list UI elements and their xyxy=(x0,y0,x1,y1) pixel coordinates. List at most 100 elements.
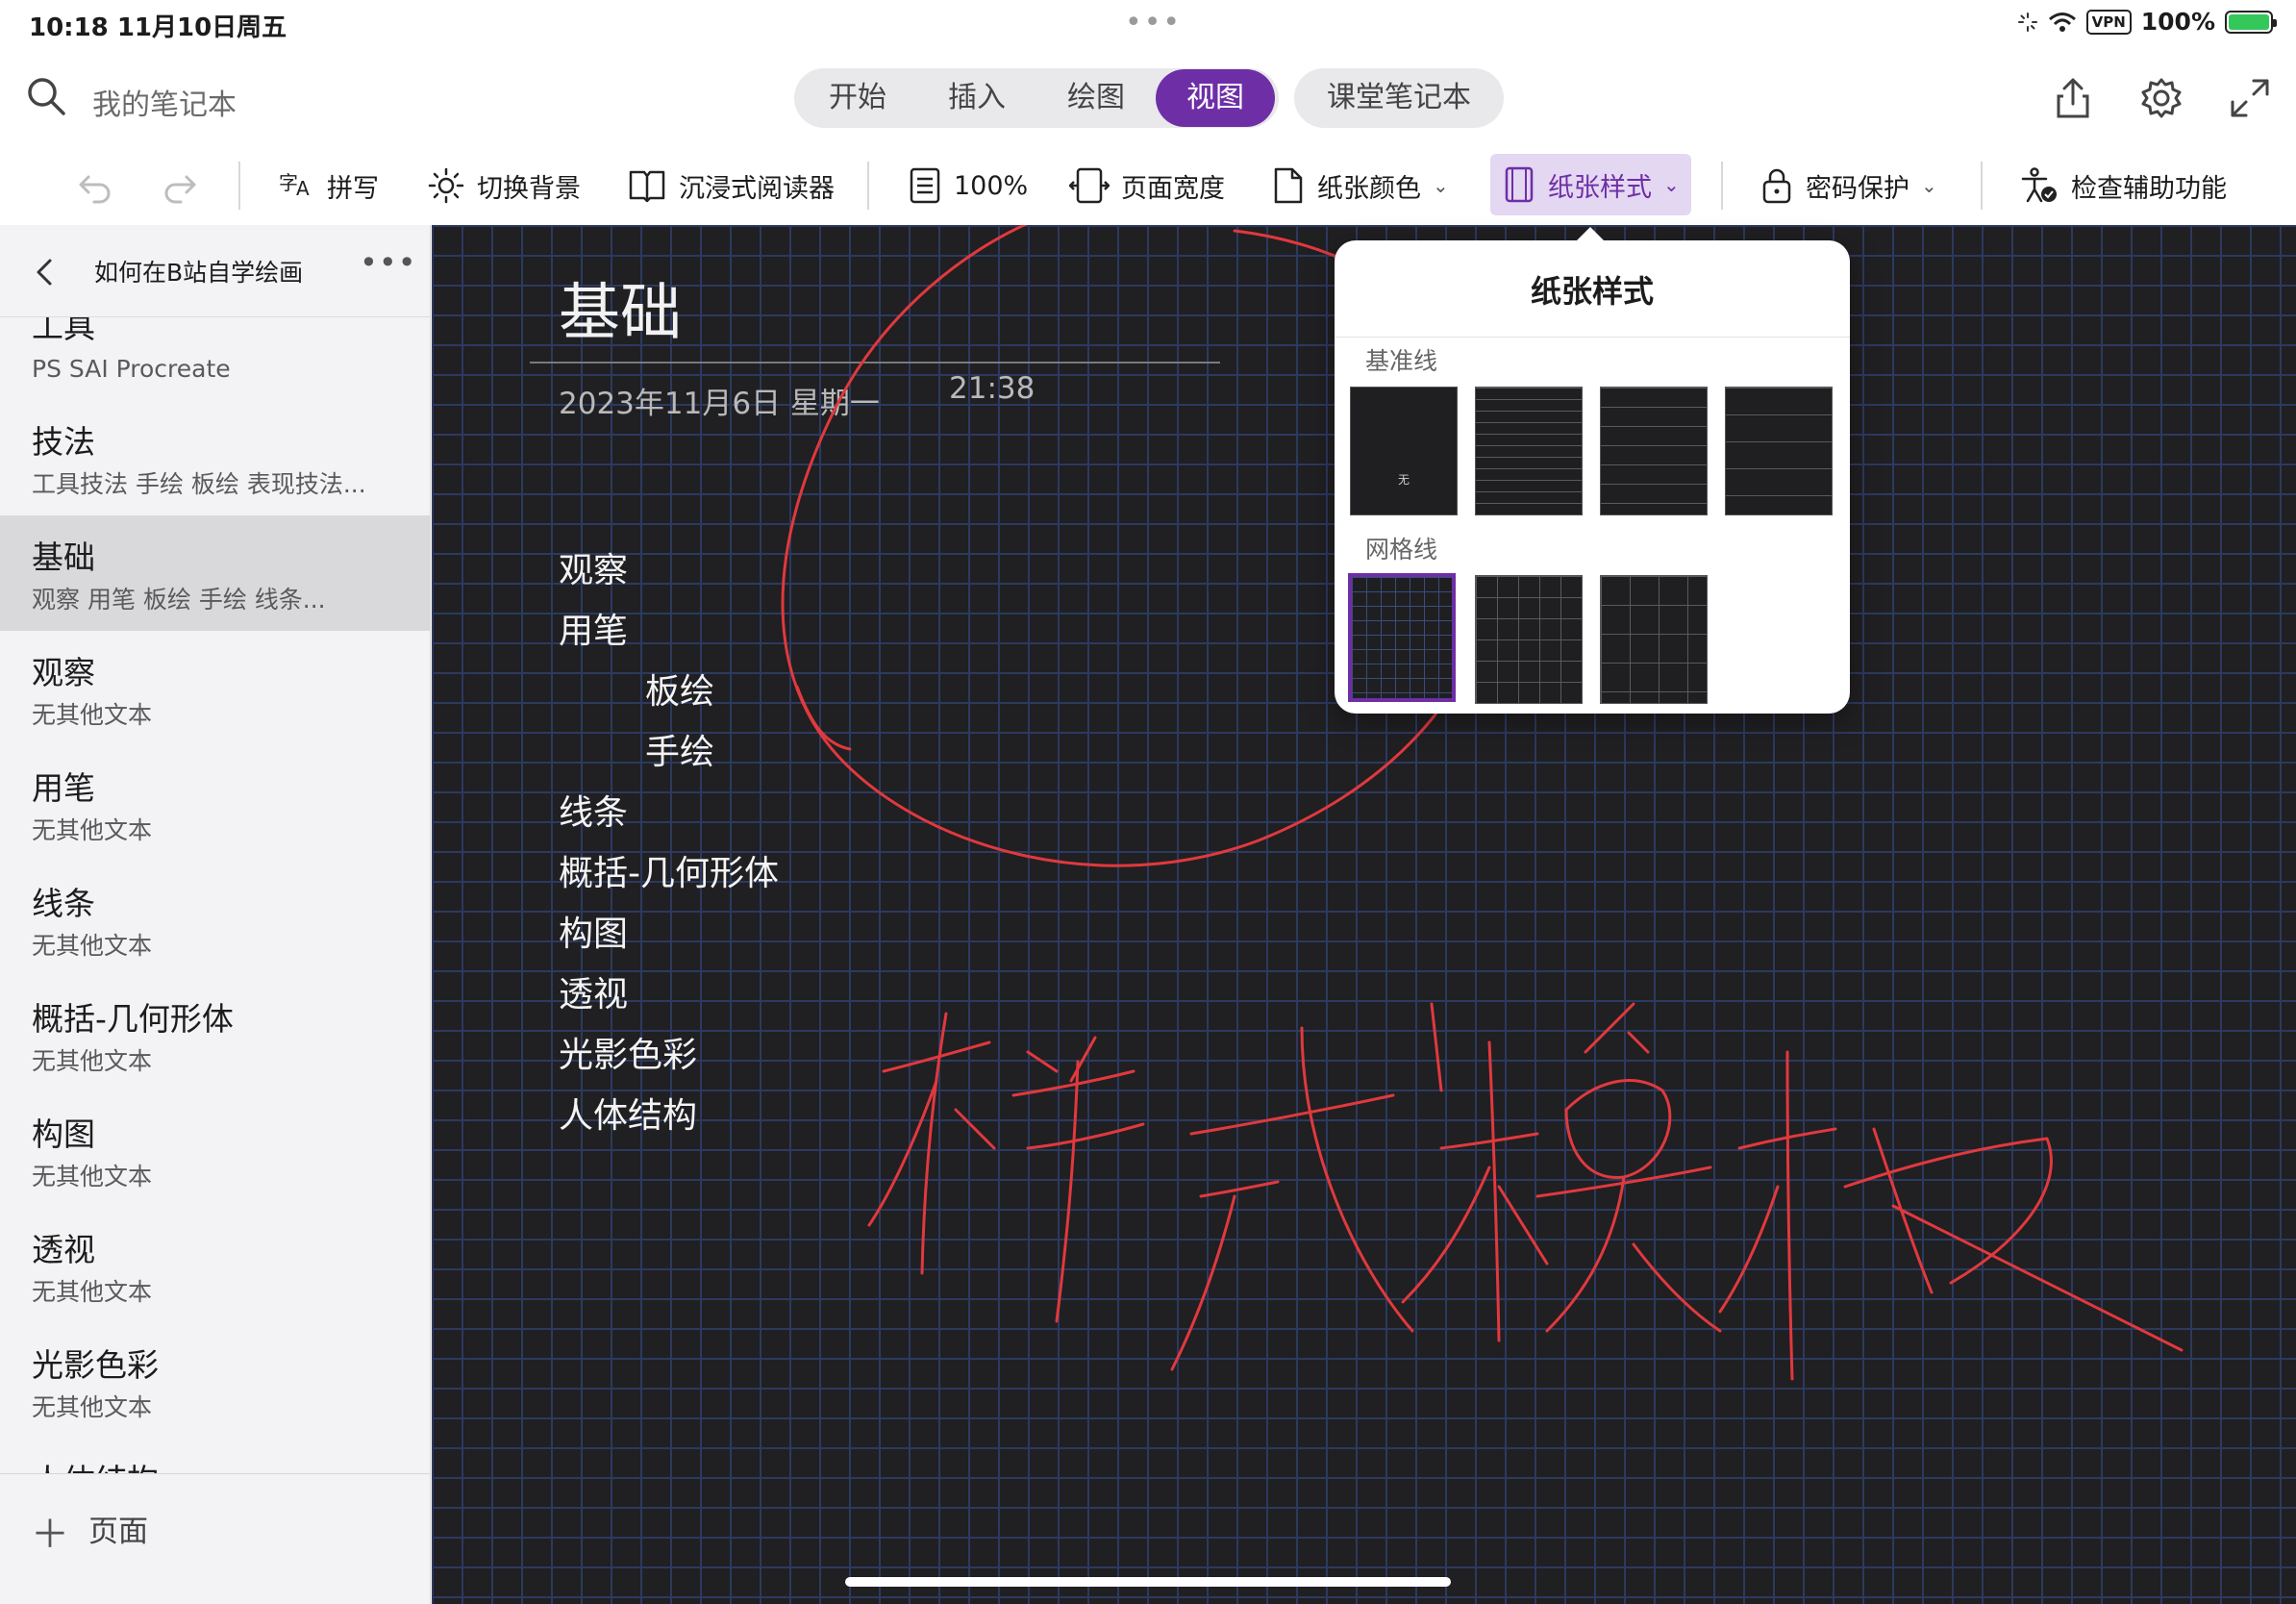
svg-text:A: A xyxy=(296,177,310,200)
rule-lines-label: 基准线 xyxy=(1365,347,1438,375)
page-item-subtitle: 工具技法 手绘 板绘 表现技法... xyxy=(32,470,366,498)
paper-style-medium-grid[interactable] xyxy=(1475,575,1583,704)
accessibility-icon xyxy=(2021,167,2057,203)
paper-style-small-grid[interactable] xyxy=(1348,573,1456,702)
tab-draw[interactable]: 绘图 xyxy=(1036,69,1156,127)
paper-style-icon xyxy=(1505,166,1534,203)
app-header: 我的笔记本 开始 插入 绘图 视图 课堂笔记本 xyxy=(0,46,2296,152)
tab-insert[interactable]: 插入 xyxy=(917,69,1036,127)
page-item-subtitle: 观察 用笔 板绘 手绘 线条... xyxy=(32,586,326,614)
popover-divider xyxy=(1335,337,1850,338)
page-item-subtitle: PS SAI Procreate xyxy=(32,355,231,383)
page-item-title: 用笔 xyxy=(32,769,95,807)
tab-view[interactable]: 视图 xyxy=(1156,69,1275,127)
add-page-bar[interactable]: ＋ 页面 xyxy=(0,1473,430,1604)
page-item-lines[interactable]: 线条 无其他文本 xyxy=(0,862,430,977)
accessibility-check-button[interactable]: 检查辅助功能 xyxy=(2019,152,2227,219)
page-item-geometry[interactable]: 概括-几何形体 无其他文本 xyxy=(0,977,430,1092)
page-item-subtitle: 无其他文本 xyxy=(32,1047,153,1075)
svg-text:字: 字 xyxy=(279,171,298,194)
page-item-subtitle: 无其他文本 xyxy=(32,1278,153,1306)
paper-style-wide-ruled[interactable] xyxy=(1725,387,1833,515)
paper-style-popover: 纸张样式 基准线 无 网格线 xyxy=(1335,227,1850,714)
accessibility-label: 检查辅助功能 xyxy=(2071,173,2227,204)
page-width-label: 页面宽度 xyxy=(1121,173,1225,204)
ribbon-separator xyxy=(1981,162,1983,210)
search-icon[interactable] xyxy=(25,75,67,117)
popover-title: 纸张样式 xyxy=(1530,273,1654,310)
view-ribbon: 字A 拼写 切换背景 沉浸式阅读器 100% 页面宽度 纸张颜色 ⌄ 纸张样式 … xyxy=(0,152,2296,225)
paper-color-label: 纸张颜色 xyxy=(1317,173,1421,204)
zoom-label: 100% xyxy=(954,170,1029,201)
immersive-reader-icon xyxy=(629,170,665,203)
chevron-down-icon: ⌄ xyxy=(1433,174,1449,197)
add-page-label[interactable]: 页面 xyxy=(88,1507,148,1550)
ribbon-separator xyxy=(867,162,869,210)
battery-icon xyxy=(2225,10,2277,34)
paper-style-narrow-ruled[interactable] xyxy=(1475,387,1583,515)
page-item-subtitle: 无其他文本 xyxy=(32,816,153,844)
page-item-light-color[interactable]: 光影色彩 无其他文本 xyxy=(0,1323,430,1439)
switch-background-button[interactable]: 切换背景 xyxy=(427,152,581,219)
sun-icon xyxy=(428,167,464,204)
page-list: 工具 PS SAI Procreate 技法 工具技法 手绘 板绘 表现技法..… xyxy=(0,285,430,1554)
immersive-reader-label: 沉浸式阅读器 xyxy=(679,173,835,204)
page-item-title: 技法 xyxy=(32,423,95,461)
grid-lines-label: 网格线 xyxy=(1365,536,1438,564)
paper-style-none[interactable]: 无 xyxy=(1350,387,1458,515)
immersive-reader-button[interactable]: 沉浸式阅读器 xyxy=(627,152,835,219)
pages-sidebar: 如何在B站自学绘画 ••• 工具 PS SAI Procreate 技法 工具技… xyxy=(0,225,431,1604)
wifi-icon xyxy=(2048,12,2076,32)
page-item-title: 光影色彩 xyxy=(32,1346,159,1384)
paper-style-college-ruled[interactable] xyxy=(1600,387,1708,515)
page-item-title: 构图 xyxy=(32,1115,95,1153)
page-item-basics[interactable]: 基础 观察 用笔 板绘 手绘 线条... xyxy=(0,515,430,631)
tab-class-notebook[interactable]: 课堂笔记本 xyxy=(1294,68,1504,128)
chevron-down-icon: ⌄ xyxy=(1663,173,1680,196)
multitasking-dots[interactable]: ••• xyxy=(1125,6,1182,39)
chevron-down-icon: ⌄ xyxy=(1921,174,1937,197)
spelling-button[interactable]: 字A 拼写 xyxy=(277,152,379,219)
vpn-badge: VPN xyxy=(2085,9,2132,35)
ribbon-separator xyxy=(238,162,240,210)
page-item-composition[interactable]: 构图 无其他文本 xyxy=(0,1092,430,1208)
page-item-perspective[interactable]: 透视 无其他文本 xyxy=(0,1208,430,1323)
page-item-title: 线条 xyxy=(32,885,95,922)
paper-style-label: 纸张样式 xyxy=(1548,172,1652,203)
home-indicator[interactable] xyxy=(845,1577,1451,1587)
page-item-title: 观察 xyxy=(32,654,95,691)
lock-icon xyxy=(1762,168,1791,204)
switch-background-label: 切换背景 xyxy=(477,173,581,204)
zoom-button[interactable]: 100% xyxy=(908,152,1028,219)
page-item-observe[interactable]: 观察 无其他文本 xyxy=(0,631,430,746)
ribbon-separator xyxy=(1721,162,1723,210)
share-icon[interactable] xyxy=(2050,75,2096,121)
none-label: 无 xyxy=(1397,473,1410,487)
paper-style-button[interactable]: 纸张样式 ⌄ xyxy=(1490,154,1691,215)
tab-home[interactable]: 开始 xyxy=(798,69,917,127)
password-label: 密码保护 xyxy=(1806,173,1909,204)
paper-style-large-grid[interactable] xyxy=(1600,575,1708,704)
expand-icon[interactable] xyxy=(2227,75,2273,121)
more-options-icon[interactable]: ••• xyxy=(360,244,417,281)
section-title: 如何在B站自学绘画 xyxy=(94,259,304,287)
battery-percent: 100% xyxy=(2140,8,2215,36)
page-width-icon xyxy=(1069,167,1110,204)
page-item-subtitle: 无其他文本 xyxy=(32,932,153,960)
paper-color-button[interactable]: 纸张颜色 ⌄ xyxy=(1271,152,1449,219)
password-protection-button[interactable]: 密码保护 ⌄ xyxy=(1759,152,1937,219)
spelling-icon: 字A xyxy=(279,171,310,200)
page-item-pen[interactable]: 用笔 无其他文本 xyxy=(0,746,430,862)
page-item-title: 透视 xyxy=(32,1231,95,1268)
page-width-button[interactable]: 页面宽度 xyxy=(1069,152,1225,219)
chevron-left-icon[interactable] xyxy=(33,258,56,287)
page-item-techniques[interactable]: 技法 工具技法 手绘 板绘 表现技法... xyxy=(0,400,430,515)
plus-icon[interactable]: ＋ xyxy=(31,1503,69,1559)
redo-icon[interactable] xyxy=(162,169,200,208)
page-item-title: 概括-几何形体 xyxy=(32,1000,234,1038)
undo-icon[interactable] xyxy=(75,169,113,208)
page-item-subtitle: 无其他文本 xyxy=(32,701,153,729)
settings-icon[interactable] xyxy=(2138,75,2184,121)
section-header: 如何在B站自学绘画 ••• xyxy=(0,225,430,317)
notebook-search-label[interactable]: 我的笔记本 xyxy=(92,81,237,123)
